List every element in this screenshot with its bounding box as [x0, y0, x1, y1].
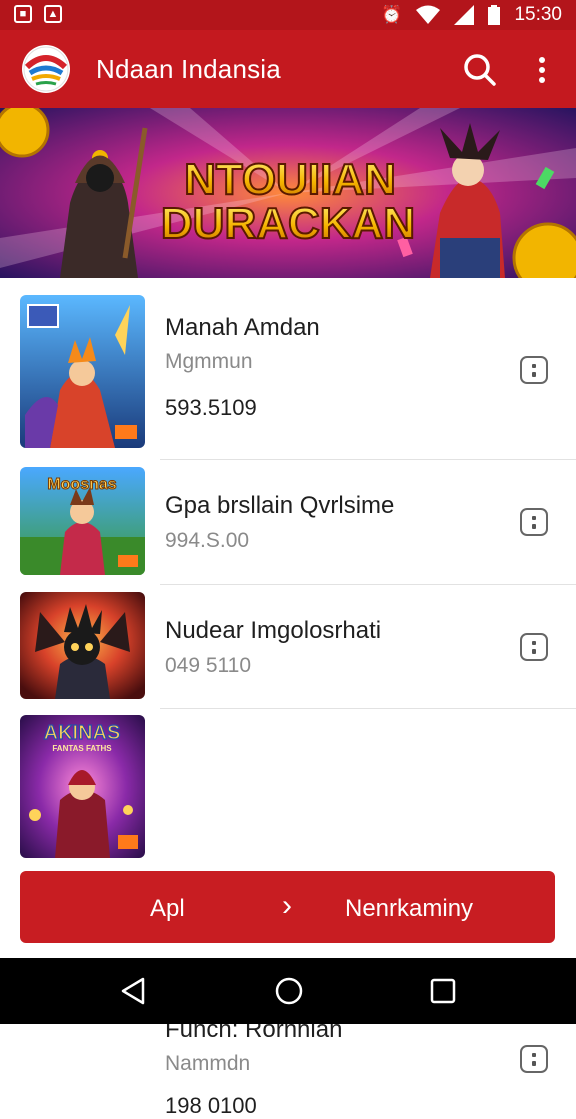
more-options-icon[interactable]: [530, 52, 554, 88]
item-subtitle: 994.S.00: [165, 529, 250, 552]
item-number: 198 0100: [165, 1093, 257, 1118]
item-name: Nudear Imgolosrhati: [165, 617, 382, 644]
recent-apps-icon[interactable]: [430, 978, 456, 1004]
battery-icon: [488, 5, 501, 25]
status-time: 15:30: [514, 4, 562, 25]
list-item[interactable]: Moosnas Gpa brsllain Qvrlsime 994.S.00: [0, 460, 576, 585]
page-title: Ndaan Indansia: [96, 54, 281, 84]
item-name: Manah Amdan: [165, 314, 320, 341]
thumbnail-label: Moosnas: [47, 476, 116, 493]
item-subtitle: 049 5110: [165, 654, 252, 677]
item-subtitle: Nammdn: [165, 1052, 251, 1075]
game-thumbnail[interactable]: [20, 295, 145, 448]
search-icon[interactable]: [462, 52, 498, 88]
thumbnail-label: AKINAS: [44, 722, 121, 744]
alarm-icon: ⏰: [381, 5, 403, 24]
wifi-icon: [416, 5, 441, 24]
item-action-icon[interactable]: [520, 1045, 548, 1073]
cta-left-label: Apl: [150, 895, 185, 922]
banner-title-line1: NTOUIIAN: [184, 155, 396, 204]
banner-title-line2: DURACKAN: [161, 199, 415, 248]
game-thumbnail[interactable]: Moosnas: [20, 467, 145, 575]
item-subtitle: Mgmmun: [165, 350, 253, 373]
list-item[interactable]: AKINAS FANTAS FATHS Funch: Rornnian Namm…: [0, 709, 576, 1118]
home-icon[interactable]: [274, 976, 304, 1006]
list-item[interactable]: Nudear Imgolosrhati 049 5110: [0, 585, 576, 709]
cta-right-label: Nenrkaminy: [345, 895, 474, 922]
item-number: 593.5109: [165, 395, 257, 420]
thumbnail-sublabel: FANTAS FATHS: [52, 744, 112, 753]
status-bar: ■ ▲ ⏰ 15:30: [0, 0, 576, 30]
primary-action-button[interactable]: Apl › Nenrkaminy: [20, 871, 555, 943]
gallery-notification-icon: ▲: [44, 5, 62, 23]
back-icon[interactable]: [118, 976, 148, 1006]
chevron-right-icon: ›: [282, 889, 292, 922]
system-nav-bar: [0, 958, 576, 1024]
item-action-icon[interactable]: [520, 508, 548, 536]
item-action-icon[interactable]: [520, 356, 548, 384]
list-item[interactable]: Manah Amdan Mgmmun 593.5109: [0, 278, 576, 460]
item-name: Gpa brsllain Qvrlsime: [165, 492, 395, 519]
game-thumbnail[interactable]: AKINAS FANTAS FATHS: [20, 715, 145, 858]
app-logo[interactable]: [22, 45, 70, 93]
item-action-icon[interactable]: [520, 633, 548, 661]
game-thumbnail[interactable]: [20, 592, 145, 699]
app-bar: Ndaan Indansia: [0, 30, 576, 108]
notification-icon: ■: [14, 5, 32, 23]
promo-banner[interactable]: NTOUIIAN DURACKAN: [0, 108, 576, 278]
signal-icon: [454, 5, 475, 25]
